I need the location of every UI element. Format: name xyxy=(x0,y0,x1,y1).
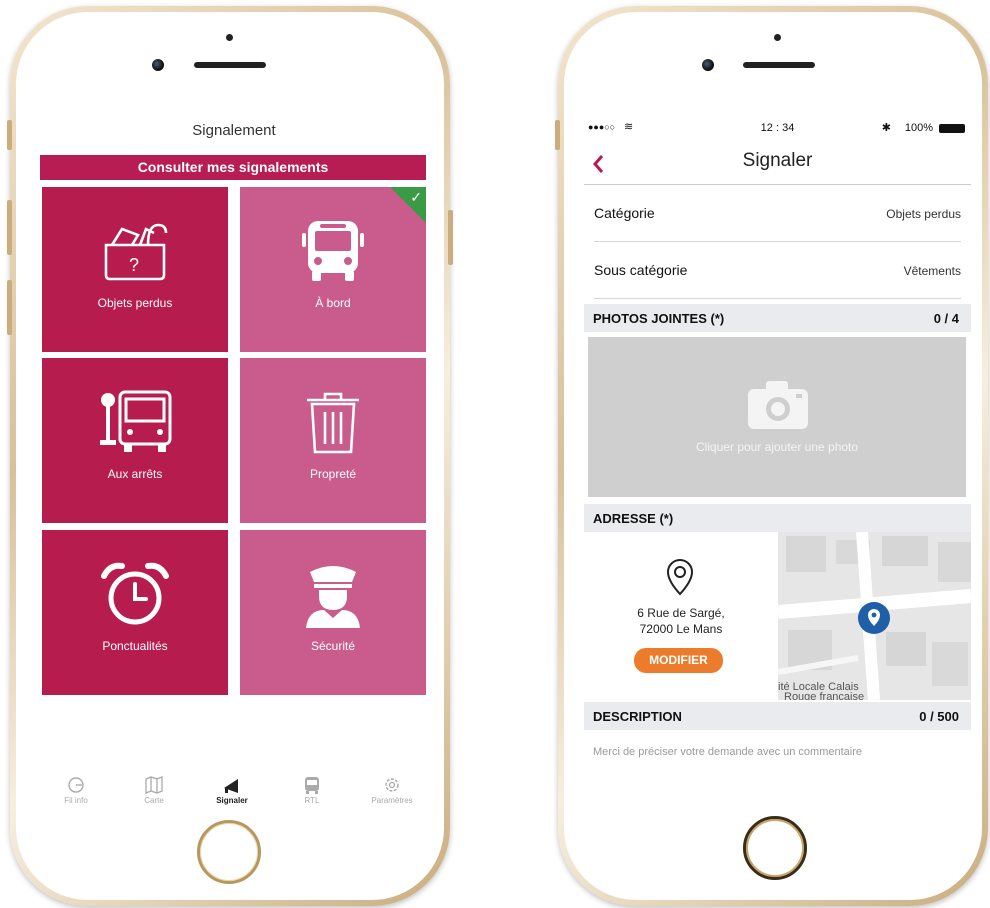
modify-address-button[interactable]: MODIFIER xyxy=(634,648,723,673)
right-sensor xyxy=(774,34,781,41)
gear-icon xyxy=(385,778,399,792)
camera-icon xyxy=(748,381,808,429)
map-tiles: ité Locale Calais Rouge française xyxy=(778,532,971,700)
svg-text:?: ? xyxy=(129,255,139,275)
photos-header: PHOTOS JOINTES (*) 0 / 4 xyxy=(584,304,971,332)
tile-a-bord[interactable]: À bord ✓ xyxy=(240,187,426,352)
category-row[interactable]: Catégorie Objets perdus xyxy=(594,185,961,242)
photos-header-label: PHOTOS JOINTES (*) xyxy=(593,311,725,326)
nav-bar: Signaler xyxy=(584,140,971,185)
trash-icon xyxy=(307,392,359,454)
right-home-button[interactable] xyxy=(743,816,807,880)
tab-rtl[interactable]: RTL xyxy=(282,776,342,805)
bluetooth-icon: ✱ xyxy=(881,122,891,134)
tile-label: Propreté xyxy=(309,467,357,481)
photos-count: 0 / 4 xyxy=(933,311,959,326)
location-pin-icon xyxy=(666,558,694,596)
tab-label: Signaler xyxy=(216,796,248,805)
map-icon xyxy=(145,776,163,794)
bus-stop-icon xyxy=(100,390,172,452)
right-speaker xyxy=(743,62,815,68)
megaphone-icon xyxy=(224,779,238,793)
map-label: Rouge française xyxy=(784,691,864,700)
tab-label: Fil info xyxy=(64,796,88,805)
left-home-button[interactable] xyxy=(197,820,261,884)
tab-signaler[interactable]: Signaler xyxy=(202,776,262,805)
category-label: Catégorie xyxy=(594,205,655,221)
tab-fil-info[interactable]: Fil info xyxy=(46,776,106,805)
subcategory-value: Vêtements xyxy=(903,264,961,278)
consult-reports-button[interactable]: Consulter mes signalements xyxy=(40,155,426,180)
left-sensor xyxy=(226,34,233,41)
tab-label: RTL xyxy=(304,796,320,805)
tile-aux-arrets[interactable]: Aux arrêts xyxy=(42,358,228,523)
description-input[interactable]: Merci de préciser votre demande avec un … xyxy=(593,746,862,758)
category-value: Objets perdus xyxy=(886,207,961,221)
add-photo-area[interactable]: Cliquer pour ajouter une photo xyxy=(588,337,966,497)
address-line-1: 6 Rue de Sargé, xyxy=(637,606,725,620)
battery-icon xyxy=(939,124,965,133)
bus-icon xyxy=(302,221,364,281)
address-header: ADRESSE (*) xyxy=(584,504,971,532)
address-map[interactable]: ité Locale Calais Rouge française xyxy=(778,532,971,700)
left-camera xyxy=(152,59,164,71)
battery-text: 100% xyxy=(904,122,933,134)
lost-items-icon: ? xyxy=(104,223,168,281)
left-side-button xyxy=(7,120,12,150)
tile-label: Aux arrêts xyxy=(107,467,163,481)
page-title: Signalement xyxy=(192,122,276,139)
checkmark-badge-icon: ✓ xyxy=(390,187,426,223)
tab-bar: Fil info Carte Signaler RTL Paramètres xyxy=(42,776,426,816)
security-agent-icon xyxy=(306,566,360,628)
subcategory-label: Sous catégorie xyxy=(594,262,688,278)
nav-title: Signaler xyxy=(742,150,813,171)
left-volume-up xyxy=(7,200,12,255)
news-feed-icon xyxy=(68,777,84,793)
add-photo-hint: Cliquer pour ajouter une photo xyxy=(695,440,859,454)
address-line-2: 72000 Le Mans xyxy=(639,622,723,636)
tile-proprete[interactable]: Propreté xyxy=(240,358,426,523)
description-count: 0 / 500 xyxy=(919,709,959,724)
tile-label: À bord xyxy=(315,296,351,310)
right-camera xyxy=(702,59,714,71)
tab-label: Carte xyxy=(144,796,164,805)
left-power-button xyxy=(448,210,453,265)
tab-parametres[interactable]: Paramètres xyxy=(362,776,422,805)
bus-icon xyxy=(305,777,319,794)
left-speaker xyxy=(194,62,266,68)
tile-label: Sécurité xyxy=(310,639,356,653)
address-text: 6 Rue de Sargé, 72000 Le Mans xyxy=(584,605,778,637)
tile-label: Objets perdus xyxy=(97,296,173,310)
address-panel: 6 Rue de Sargé, 72000 Le Mans MODIFIER xyxy=(584,532,778,700)
description-header-label: DESCRIPTION xyxy=(593,709,682,724)
description-header: DESCRIPTION 0 / 500 xyxy=(584,702,971,730)
address-header-label: ADRESSE (*) xyxy=(593,511,674,526)
tile-label: Ponctualités xyxy=(102,639,168,653)
report-form-screen: ●●●○○ ≋ 12 : 34 ✱ 100% Signaler Catégori… xyxy=(584,118,971,758)
tab-label: Paramètres xyxy=(371,796,413,805)
right-side-button xyxy=(555,120,560,150)
tile-securite[interactable]: Sécurité xyxy=(240,530,426,695)
tab-carte[interactable]: Carte xyxy=(124,776,184,805)
subcategory-row[interactable]: Sous catégorie Vêtements xyxy=(594,242,961,299)
left-volume-down xyxy=(7,280,12,335)
tile-objets-perdus[interactable]: ? Objets perdus xyxy=(42,187,228,352)
tile-ponctualites[interactable]: Ponctualités xyxy=(42,530,228,695)
status-bar: ●●●○○ ≋ 12 : 34 ✱ 100% xyxy=(584,118,971,140)
alarm-clock-icon xyxy=(101,562,169,625)
